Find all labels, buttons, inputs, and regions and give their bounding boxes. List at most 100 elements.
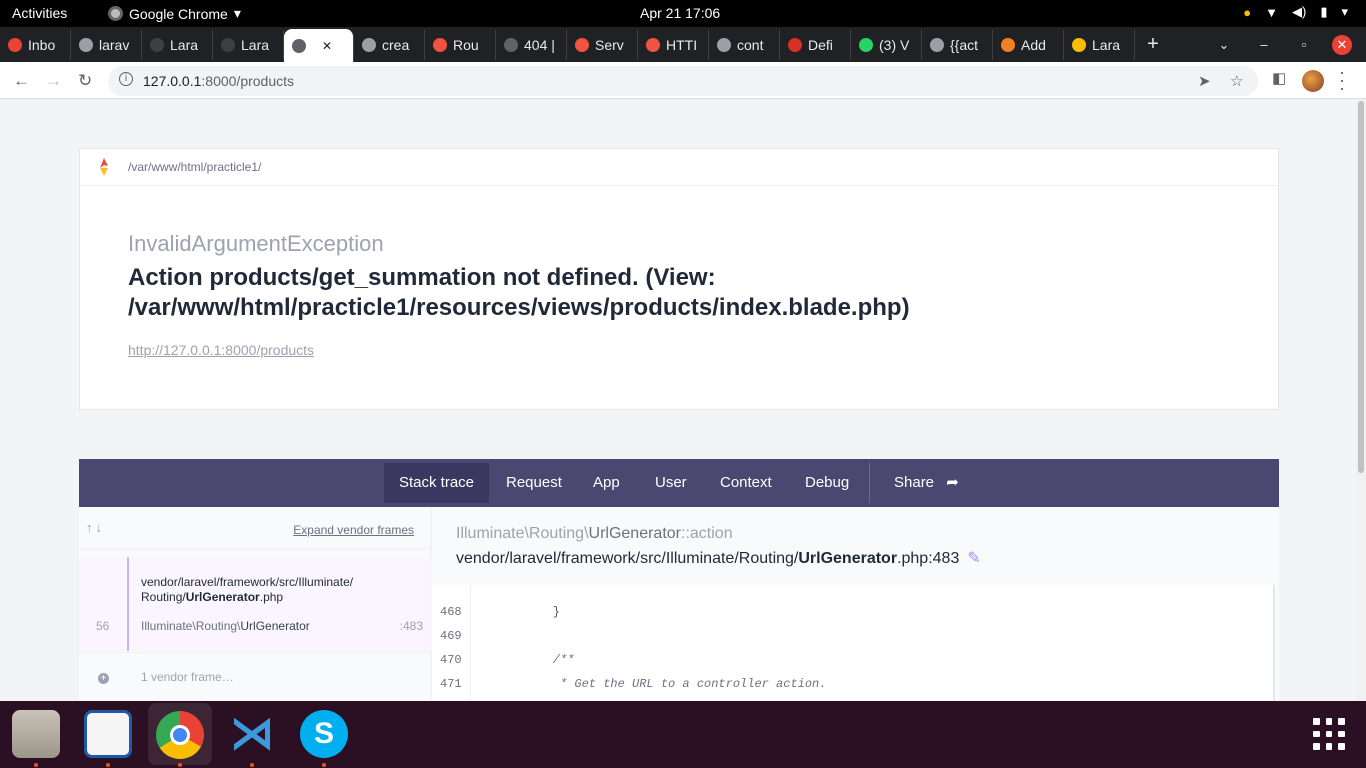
tab-title: Lara [170,37,199,53]
scrollbar-thumb[interactable] [1358,101,1364,473]
share-arrow-icon: ➦ [946,474,959,491]
browser-tab[interactable]: Lara [142,30,213,60]
error-card: /var/www/html/practicle1/ InvalidArgumen… [79,148,1279,410]
tab-strip: Inbo larav Lara Lara ✕ crea Rou 404 | Serv HTTI co… [0,27,1366,62]
files-app-icon[interactable] [12,710,60,758]
tab-favicon-icon [79,38,93,52]
code-line: 470 /** [432,649,1275,673]
app-menu[interactable]: Google Chrome ▾ [108,5,241,22]
new-tab-button[interactable]: + [1135,33,1171,56]
volume-icon: ◀) [1291,4,1307,19]
profile-avatar[interactable] [1302,70,1324,92]
app-menu-label: Google Chrome [129,5,228,22]
tab-title: Add [1021,37,1046,53]
browser-tab[interactable]: {{act [922,30,993,60]
tab-user[interactable]: User [640,463,702,503]
code-line: 471 * Get the URL to a controller action… [432,673,1275,697]
tab-context[interactable]: Context [705,463,787,503]
back-button[interactable]: ← [13,71,30,91]
skype-app-icon[interactable]: S [300,710,348,758]
browser-tab[interactable]: (3) V [851,30,922,60]
bookmark-star-icon[interactable]: ☆ [1230,72,1243,90]
tab-search-icon[interactable]: ⌄ [1204,37,1244,53]
share-button[interactable]: Share ➦ [879,463,974,503]
send-icon[interactable]: ➤ [1198,72,1211,90]
vendor-frames-toggle[interactable]: + 1 vendor frame… [79,652,431,701]
forward-button[interactable]: → [45,71,62,91]
activities-button[interactable]: Activities [12,5,67,21]
tabs: Inbo larav Lara Lara ✕ crea Rou 404 | Serv HTTI co… [0,27,1135,62]
browser-tab[interactable]: Rou [425,30,496,60]
chevron-down-icon: ▾ [1341,4,1348,19]
tab-app[interactable]: App [578,463,635,503]
browser-tab[interactable]: Defi [780,30,851,60]
battery-icon: ▮ [1320,4,1328,19]
side-panel-icon[interactable]: ◧ [1272,69,1286,87]
tab-favicon-icon [8,38,22,52]
address-url[interactable]: 127.0.0.1:8000/products [143,73,294,89]
page-scrollbar[interactable] [1356,99,1366,701]
edit-pencil-icon[interactable]: ✎ [967,550,980,567]
browser-tab-active[interactable]: ✕ [284,29,354,62]
clock[interactable]: Apr 21 17:06 [640,5,720,21]
reload-button[interactable]: ↻ [78,71,92,91]
request-url-link[interactable]: http://127.0.0.1:8000/products [128,342,314,358]
browser-tab[interactable]: Lara [1064,30,1135,60]
browser-tab[interactable]: crea [354,30,425,60]
tab-favicon-icon [575,38,589,52]
vscode-app-icon[interactable]: ⋊ [228,710,276,758]
tab-stack-trace[interactable]: Stack trace [384,463,490,503]
show-applications-icon[interactable] [1313,718,1345,750]
browser-tab[interactable]: Inbo [0,30,71,60]
tab-favicon-icon [150,38,164,52]
writer-app-icon[interactable] [84,710,132,758]
frame-nav-arrows-icon[interactable]: ↑↓ [86,520,105,535]
chrome-center-icon [170,725,190,745]
ubuntu-dock: ⋊ S [0,701,1366,768]
exception-message: Action products/get_summation not define… [128,264,910,321]
stack-frame-selected[interactable]: vendor/laravel/framework/src/Illuminate/… [79,557,431,651]
tab-favicon-icon [221,38,235,52]
menu-kebab-icon[interactable]: · · · [1339,63,1345,97]
frame-detail-panel: Illuminate\Routing\UrlGenerator::action … [432,507,1279,701]
browser-tab[interactable]: cont [709,30,780,60]
browser-tab[interactable]: 404 | [496,30,567,60]
site-info-icon[interactable]: i [119,72,133,86]
browser-tab[interactable]: Add [993,30,1064,60]
tab-title: Defi [808,37,833,53]
tab-request[interactable]: Request [491,463,577,503]
browser-tab[interactable]: Serv [567,30,638,60]
code-line-text: } [524,605,561,619]
tab-favicon-icon [1072,38,1086,52]
browser-toolbar: ← → ↻ i 127.0.0.1:8000/products ➤ ☆ ◧ · ·… [0,62,1366,99]
browser-tab[interactable]: HTTI [638,30,709,60]
notification-icon[interactable]: ● [1243,5,1251,20]
tab-title: {{act [950,37,979,53]
tab-debug[interactable]: Debug [790,463,864,503]
chrome-dock-item[interactable] [148,703,212,765]
frame-line: :483 [399,619,423,633]
window-controls: ⌄ – ▫ ✕ [1204,27,1366,62]
tab-title: larav [99,37,130,53]
exception-class: InvalidArgumentException [128,231,384,256]
maximize-button[interactable]: ▫ [1284,37,1324,52]
close-window-button[interactable]: ✕ [1332,34,1352,55]
project-path: /var/www/html/practicle1/ [128,160,262,174]
minimize-button[interactable]: – [1244,37,1284,52]
address-bar[interactable]: i 127.0.0.1:8000/products ➤ ☆ [108,66,1258,96]
stack-frames-panel: ↑↓ Expand vendor frames vendor/laravel/f… [79,507,431,701]
system-tray[interactable]: ● ▼ ◀) ▮ ▾ [1243,4,1348,20]
running-indicator [178,763,182,767]
close-tab-icon[interactable]: ✕ [322,39,332,53]
running-indicator [250,763,254,767]
code-line-text: * Get the URL to a controller action. [524,677,827,691]
system-top-bar: Activities Google Chrome ▾ Apr 21 17:06 … [0,0,1366,27]
browser-tab[interactable]: larav [71,30,142,60]
caret-down-icon: ▾ [233,5,241,21]
tab-title: Lara [1092,37,1121,53]
expand-vendor-frames-link[interactable]: Expand vendor frames [293,523,414,537]
tab-title: HTTI [666,37,698,53]
running-indicator [106,763,110,767]
browser-tab[interactable]: Lara [213,30,284,60]
tab-favicon-icon [1001,38,1015,52]
